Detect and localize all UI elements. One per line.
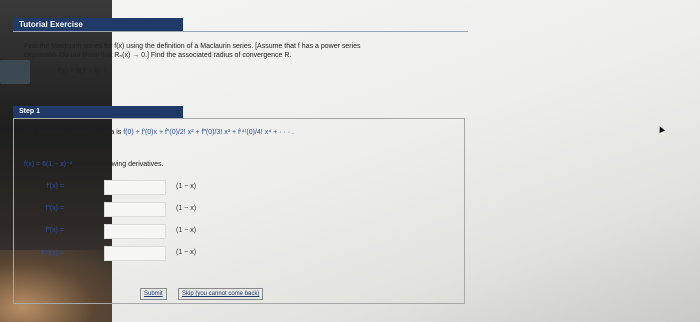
denominator: (1 − x) <box>176 227 197 234</box>
monitor-glow <box>0 60 30 84</box>
problem-line-1: Find the Maclaurin series for f(x) using… <box>24 43 361 50</box>
numerator-input[interactable] <box>104 224 166 239</box>
derivative-row-1: f′(x) = (1 − x) <box>24 180 224 195</box>
denominator: (1 − x) <box>176 183 197 190</box>
maclaurin-formula: The Maclaurin series formula is f(0) + f… <box>24 128 294 136</box>
derivatives-fx: f(x) = 6(1 − x)⁻² <box>24 161 73 168</box>
formula-prefix: The Maclaurin series formula is <box>24 129 122 136</box>
derivatives-text: has the following derivatives. <box>74 161 164 168</box>
numerator-input[interactable] <box>104 202 166 217</box>
numerator-input[interactable] <box>104 180 166 195</box>
title-divider <box>13 31 468 32</box>
derivative-row-4: f⁽⁴⁾(x) = (1 − x) <box>24 246 224 261</box>
exercise-title: Tutorial Exercise <box>13 18 183 31</box>
step-title: Step 1 <box>13 106 183 118</box>
denominator: (1 − x) <box>176 205 197 212</box>
derivative-label: f‴(x) = <box>45 227 64 234</box>
submit-button[interactable]: Submit <box>140 288 167 300</box>
derivative-label: f′(x) = <box>46 183 64 190</box>
derivative-row-3: f‴(x) = (1 − x) <box>24 224 224 239</box>
derivatives-intro: f(x) = 6(1 − x)⁻² has the following deri… <box>24 160 164 168</box>
derivative-label: f″(x) = <box>45 205 64 212</box>
numerator-input[interactable] <box>104 246 166 261</box>
derivative-label: f⁽⁴⁾(x) = <box>41 250 64 257</box>
problem-line-2: expansion. Do not show that Rₙ(x) → 0.] … <box>24 52 292 59</box>
derivative-row-2: f″(x) = (1 − x) <box>24 202 224 217</box>
denominator: (1 − x) <box>176 249 197 256</box>
skip-button[interactable]: Skip (you cannot come back) <box>178 288 264 300</box>
formula-terms: f(0) + f′(0)x + f″(0)/2! x² + f‴(0)/3! x… <box>123 129 294 136</box>
function-definition: f(x) = 6(1 − x)⁻² <box>58 68 107 75</box>
problem-statement: Find the Maclaurin series for f(x) using… <box>24 42 464 60</box>
